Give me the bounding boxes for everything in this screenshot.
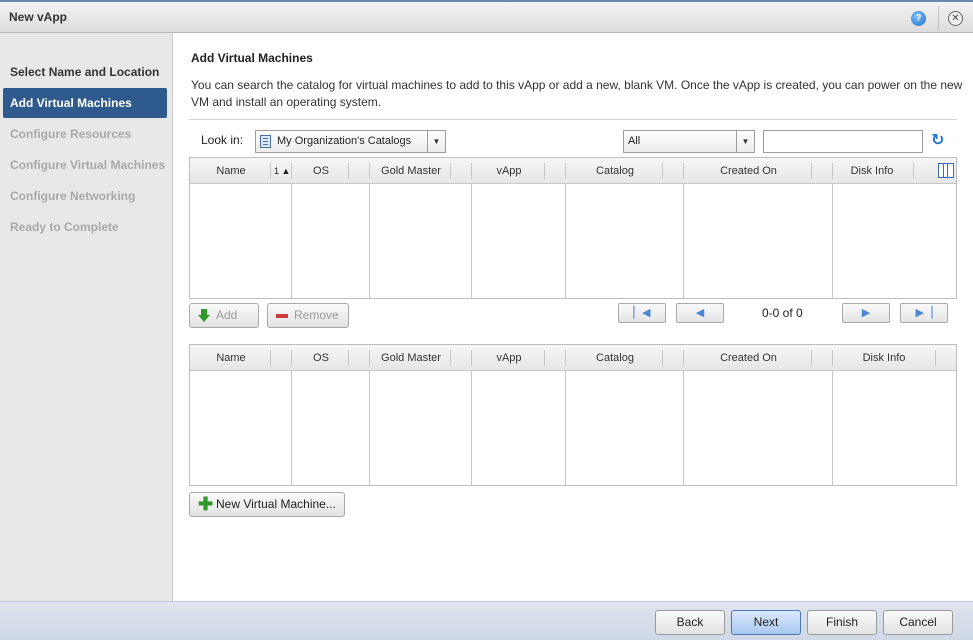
header-separator	[811, 350, 812, 366]
header-separator	[544, 350, 545, 366]
header-separator	[270, 163, 271, 179]
wizard-steps: Select Name and Location Add Virtual Mac…	[0, 33, 173, 601]
step-configure-virtual-machines: Configure Virtual Machines	[10, 158, 166, 172]
column-header-vapp[interactable]: vApp	[471, 158, 547, 184]
add-button[interactable]: Add	[189, 303, 259, 328]
column-header-name[interactable]: Name	[190, 345, 272, 371]
last-page-button[interactable]: ▶▕	[900, 303, 948, 323]
new-virtual-machine-label: New Virtual Machine...	[216, 497, 336, 511]
column-header-disk-info[interactable]: Disk Info	[832, 345, 936, 371]
search-input[interactable]	[763, 130, 923, 153]
filter-value: All	[628, 135, 641, 147]
main-panel: Add Virtual Machines You can search the …	[173, 33, 973, 601]
header-separator	[348, 163, 349, 179]
wizard-footer: Back Next Finish Cancel	[0, 601, 973, 640]
step-configure-networking: Configure Networking	[10, 189, 136, 203]
title-bar: New vApp ? ✕	[0, 0, 973, 33]
header-separator	[662, 350, 663, 366]
minus-icon	[276, 309, 289, 322]
look-in-dropdown[interactable]: My Organization's Catalogs ▼	[255, 130, 446, 153]
filter-dropdown[interactable]: All ▼	[623, 130, 755, 153]
next-button[interactable]: Next	[731, 610, 801, 635]
pager-count: 0-0 of 0	[762, 306, 803, 320]
plus-icon: ✚	[198, 494, 214, 514]
chevron-down-icon[interactable]: ▼	[736, 131, 754, 152]
previous-page-icon: ◀	[695, 307, 705, 319]
column-chooser-icon[interactable]	[938, 163, 954, 178]
cancel-button[interactable]: Cancel	[883, 610, 953, 635]
look-in-value: My Organization's Catalogs	[277, 135, 412, 147]
selected-vms-grid-header: Name OS Gold Master vApp Catalog Created…	[190, 345, 956, 371]
close-icon[interactable]: ✕	[948, 11, 963, 26]
column-header-gold-master[interactable]: Gold Master	[369, 345, 453, 371]
page-description: You can search the catalog for virtual m…	[191, 78, 963, 109]
first-page-icon: ▏◀	[633, 307, 651, 319]
new-virtual-machine-button[interactable]: ✚ New Virtual Machine...	[189, 492, 345, 517]
column-header-gold-master[interactable]: Gold Master	[369, 158, 453, 184]
step-configure-resources: Configure Resources	[10, 127, 132, 141]
first-page-button[interactable]: ▏◀	[618, 303, 666, 323]
refresh-icon[interactable]: ↻	[931, 133, 947, 149]
header-separator	[270, 350, 271, 366]
column-header-disk-info[interactable]: Disk Info	[832, 158, 912, 184]
look-in-label: Look in:	[201, 133, 244, 147]
finish-button[interactable]: Finish	[807, 610, 877, 635]
column-header-catalog[interactable]: Catalog	[565, 345, 665, 371]
add-button-label: Add	[216, 308, 238, 322]
header-separator	[544, 163, 545, 179]
help-icon[interactable]: ?	[911, 11, 926, 26]
title-separator	[938, 6, 939, 30]
header-separator	[662, 163, 663, 179]
step-add-virtual-machines[interactable]: Add Virtual Machines	[3, 88, 167, 118]
header-separator	[913, 163, 914, 179]
sort-indicator[interactable]: 1 ▲	[274, 158, 290, 184]
previous-page-button[interactable]: ◀	[676, 303, 724, 323]
last-page-icon: ▶▕	[915, 307, 933, 319]
chevron-down-icon[interactable]: ▼	[427, 131, 445, 152]
next-page-button[interactable]: ▶	[842, 303, 890, 323]
column-header-created-on[interactable]: Created On	[683, 158, 814, 184]
catalog-grid-header: Name 1 ▲ OS Gold Master vApp Catalog Cre…	[190, 158, 956, 184]
header-separator	[811, 163, 812, 179]
page-title: Add Virtual Machines	[191, 51, 313, 65]
header-separator	[450, 350, 451, 366]
divider	[189, 119, 957, 120]
column-header-catalog[interactable]: Catalog	[565, 158, 665, 184]
header-separator	[348, 350, 349, 366]
column-header-name[interactable]: Name	[190, 158, 272, 184]
column-header-os[interactable]: OS	[291, 158, 351, 184]
column-header-created-on[interactable]: Created On	[683, 345, 814, 371]
step-select-name-and-location[interactable]: Select Name and Location	[10, 65, 159, 79]
header-separator	[450, 163, 451, 179]
back-button[interactable]: Back	[655, 610, 725, 635]
column-header-os[interactable]: OS	[291, 345, 351, 371]
catalog-icon	[260, 135, 271, 148]
remove-button[interactable]: Remove	[267, 303, 349, 328]
window-title: New vApp	[9, 10, 68, 24]
step-ready-to-complete: Ready to Complete	[10, 220, 119, 234]
arrow-down-icon	[198, 309, 211, 322]
header-separator	[935, 350, 936, 366]
column-header-vapp[interactable]: vApp	[471, 345, 547, 371]
catalog-grid: Name 1 ▲ OS Gold Master vApp Catalog Cre…	[189, 157, 957, 299]
selected-vms-grid: Name OS Gold Master vApp Catalog Created…	[189, 344, 957, 486]
remove-button-label: Remove	[294, 308, 339, 322]
next-page-icon: ▶	[861, 307, 871, 319]
